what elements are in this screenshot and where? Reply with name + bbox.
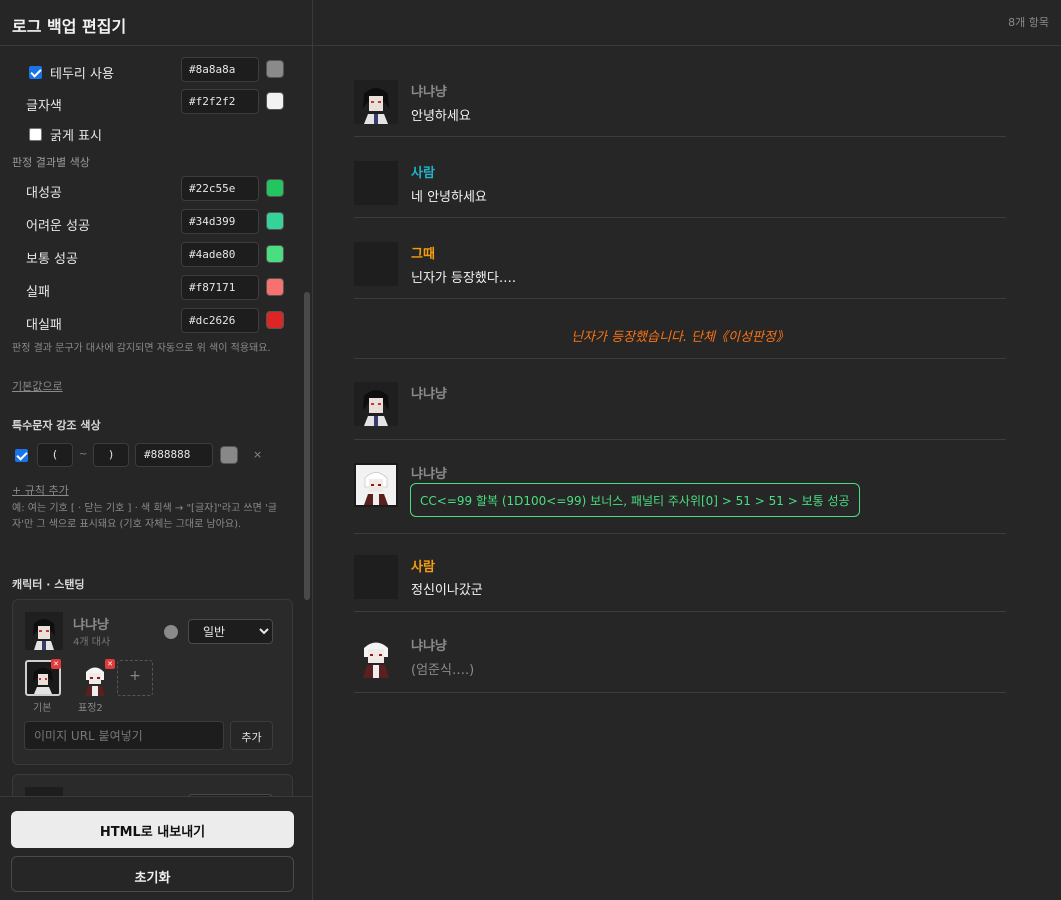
judge-label-regular: 보통 성공 [26, 252, 78, 267]
thumb-default-remove-icon[interactable]: ✕ [51, 659, 61, 669]
message-row[interactable]: 냐냐냥 [354, 381, 1006, 440]
message-avatar [354, 242, 398, 286]
thumb-default-label: 기본 [33, 703, 52, 714]
message-speaker: 사람 [411, 560, 435, 575]
thumb-expression2-remove-icon[interactable]: ✕ [105, 659, 115, 669]
message-row[interactable]: 냐냐냥 (엄준식….) [354, 634, 1006, 693]
message-speaker: 냐냐냥 [411, 387, 447, 402]
reset-default-link[interactable]: 기본값으로 [12, 378, 63, 394]
add-thumb-button[interactable]: + [117, 660, 153, 696]
border-checkbox[interactable] [29, 66, 42, 79]
narration-text: 닌자가 등장했습니다. 단체《이성판정》 [571, 330, 789, 345]
message-row[interactable]: 냐냐냥 CC<=99 할복 (1D100<=99) 보너스, 패널티 주사위[0… [354, 462, 1006, 534]
character-mode-select[interactable]: 일반 [188, 619, 273, 644]
message-avatar [354, 555, 398, 599]
message-text: 정신이나갔군 [411, 583, 483, 598]
judge-swatch-fumble[interactable] [266, 311, 284, 329]
judge-hex-regular[interactable]: #4ade80 [181, 242, 259, 267]
character-name: 냐냐냥 [73, 618, 109, 633]
message-avatar [354, 80, 398, 124]
judge-hex-fail[interactable]: #f87171 [181, 275, 259, 300]
char-section-title: 캐릭터 · 스탠딩 [12, 578, 85, 591]
judge-label-fail: 실패 [26, 285, 50, 300]
character-2-avatar[interactable] [25, 787, 63, 796]
bold-label: 굵게 표시 [50, 129, 102, 144]
judge-swatch-critical[interactable] [266, 179, 284, 197]
image-url-input[interactable] [24, 721, 224, 750]
add-rule-link[interactable]: + 규칙 추가 [12, 482, 69, 498]
thumb-expression2-label: 표정2 [78, 703, 103, 714]
message-row[interactable]: 사람 정신이나갔군 [354, 555, 1006, 612]
character-card: 냐냐냥 4개 대사 일반 ✕ 기본 ✕ 표정2 + 추가 [12, 599, 293, 765]
character-color-dot[interactable] [164, 625, 178, 639]
sidebar-scrollbar[interactable] [304, 292, 310, 600]
special-swatch[interactable] [220, 446, 238, 464]
export-html-button[interactable]: HTML로 내보내기 [11, 811, 294, 848]
special-tilde: ~ [79, 449, 88, 460]
judge-label-hard: 어려운 성공 [26, 219, 90, 234]
special-close-input[interactable]: ) [93, 443, 129, 467]
message-text: 안녕하세요 [411, 109, 471, 124]
sidebar-scroll[interactable]: 테두리 사용 #8a8a8a 글자색 #f2f2f2 굵게 표시 판정 결과별 … [0, 46, 312, 796]
message-avatar [354, 382, 398, 426]
special-remove-button[interactable]: × [253, 448, 262, 461]
message-speaker: 사람 [411, 166, 435, 181]
border-label: 테두리 사용 [50, 67, 114, 82]
message-speaker: 냐냐냥 [411, 467, 447, 482]
character-line-count: 4개 대사 [73, 637, 111, 648]
judge-swatch-fail[interactable] [266, 278, 284, 296]
message-text: (엄준식….) [411, 663, 475, 678]
sidebar-footer: HTML로 내보내기 초기화 [0, 796, 312, 900]
item-count: 8개 항목 [1008, 16, 1049, 29]
message-speaker: 그때 [411, 247, 435, 262]
message-text: 네 안녕하세요 [411, 190, 487, 205]
character-card-2 [12, 774, 293, 796]
special-note: 예: 여는 기호 [ · 닫는 기호 ] · 색 회색 → "[글자]"라고 쓰… [12, 503, 277, 530]
judge-label-critical: 대성공 [26, 186, 62, 201]
judge-hex-hard[interactable]: #34d399 [181, 209, 259, 234]
judge-note: 판정 결과 문구가 대사에 감지되면 자동으로 위 색이 적용돼요. [12, 343, 271, 354]
bold-checkbox[interactable] [29, 128, 42, 141]
message-row[interactable]: 그때 닌자가 등장했다…. [354, 241, 1006, 299]
add-image-button[interactable]: 추가 [230, 721, 273, 750]
message-row[interactable]: 냐냐냥 안녕하세요 [354, 78, 1006, 137]
sidebar: 로그 백업 편집기 테두리 사용 #8a8a8a 글자색 #f2f2f2 굵게 … [0, 0, 313, 900]
app: 로그 백업 편집기 테두리 사용 #8a8a8a 글자색 #f2f2f2 굵게 … [0, 0, 1061, 900]
message-avatar [354, 463, 398, 507]
preview-header: 8개 항목 [313, 0, 1061, 46]
message-speaker: 냐냐냥 [411, 639, 447, 654]
message-avatar [354, 161, 398, 205]
special-section-title: 특수문자 강조 색상 [12, 419, 101, 432]
character-avatar[interactable] [25, 612, 63, 650]
judge-label-fumble: 대실패 [26, 318, 62, 333]
special-rule-checkbox[interactable] [15, 449, 28, 466]
message-row[interactable]: 사람 네 안녕하세요 [354, 160, 1006, 218]
border-swatch[interactable] [266, 60, 284, 78]
border-hex-input[interactable]: #8a8a8a [181, 57, 259, 82]
text-color-label: 글자색 [26, 99, 62, 114]
dice-result-box: CC<=99 할복 (1D100<=99) 보너스, 패널티 주사위[0] > … [410, 483, 860, 517]
judge-section-title: 판정 결과별 색상 [12, 156, 90, 169]
text-color-hex-input[interactable]: #f2f2f2 [181, 89, 259, 114]
narration-row[interactable]: 닌자가 등장했습니다. 단체《이성판정》 [354, 318, 1006, 359]
text-color-swatch[interactable] [266, 92, 284, 110]
bold-toggle-row[interactable]: 굵게 표시 [29, 125, 102, 144]
message-text: 닌자가 등장했다…. [411, 271, 516, 286]
judge-swatch-hard[interactable] [266, 212, 284, 230]
log-preview: 8개 항목 냐냐냥 안녕하세요 사람 네 안녕하세요 그때 닌자가 등장했다….… [313, 0, 1061, 900]
judge-swatch-regular[interactable] [266, 245, 284, 263]
judge-hex-critical[interactable]: #22c55e [181, 176, 259, 201]
special-hex-input[interactable]: #888888 [135, 443, 213, 467]
judge-hex-fumble[interactable]: #dc2626 [181, 308, 259, 333]
message-avatar [354, 634, 398, 678]
message-speaker: 냐냐냥 [411, 85, 447, 100]
sidebar-title: 로그 백업 편집기 [0, 0, 312, 46]
reset-button[interactable]: 초기화 [11, 856, 294, 892]
border-toggle-row[interactable]: 테두리 사용 [29, 63, 114, 82]
special-open-input[interactable]: ( [37, 443, 73, 467]
